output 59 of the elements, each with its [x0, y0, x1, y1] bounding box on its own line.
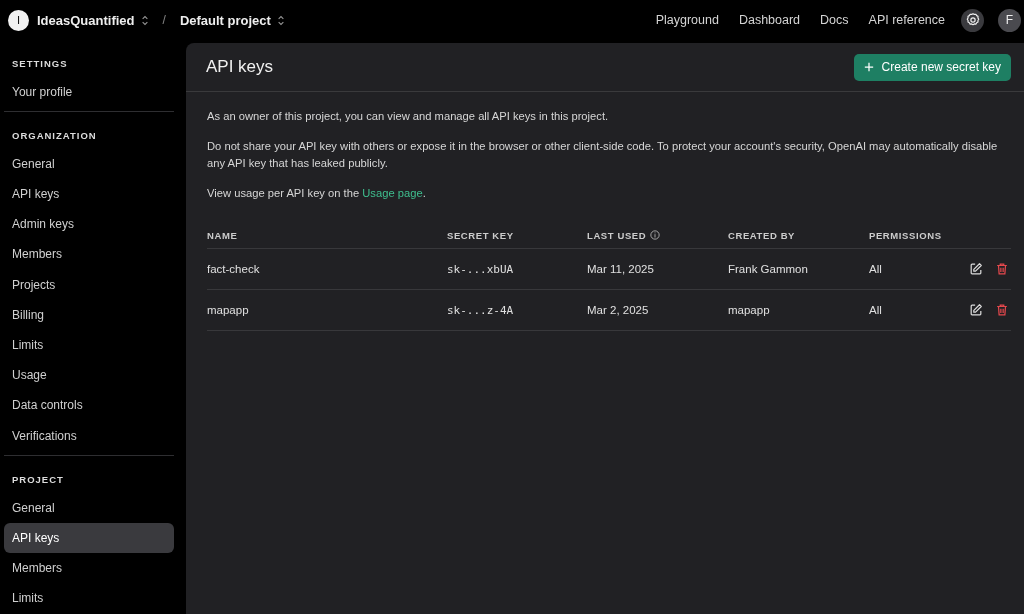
sidebar-heading: PROJECT: [11, 473, 65, 488]
table-cell: Mar 2, 2025: [587, 304, 649, 316]
sidebar-item[interactable]: General: [4, 149, 174, 179]
sidebar-item[interactable]: Billing: [4, 300, 174, 330]
sidebar-item[interactable]: Verifications: [4, 421, 174, 451]
column-header: SECRET KEY: [447, 229, 514, 241]
chevron-updown-icon: [276, 14, 285, 26]
usage-note-text: .: [422, 187, 426, 199]
usage-note-text: View usage per API key on the: [207, 187, 360, 199]
sidebar-heading: SETTINGS: [11, 57, 69, 71]
chevron-updown-icon: [140, 14, 149, 26]
sidebar-item[interactable]: Limits: [4, 330, 174, 360]
settings-button[interactable]: [961, 8, 984, 32]
nav-link[interactable]: API reference: [868, 13, 945, 27]
usage-page-link[interactable]: Usage page: [362, 187, 423, 199]
project-switcher[interactable]: Default project: [179, 12, 285, 28]
sidebar-heading: ORGANIZATION: [11, 129, 98, 144]
org-switcher[interactable]: IdeasQuantified: [37, 12, 149, 28]
sidebar-item[interactable]: Usage: [4, 360, 174, 390]
sidebar-item[interactable]: Projects: [4, 270, 174, 300]
warning-text: Do not share your API key with others or expose it in the browser or other client-side code. To protect your account's security, OpenAI may automatically disable any API key that has leaked publicly.: [207, 139, 999, 171]
trash-icon: [995, 262, 1009, 276]
table-cell: All: [869, 304, 882, 316]
info-icon: [650, 230, 661, 240]
table-cell: sk-...xbUA: [447, 262, 514, 276]
column-header: PERMISSIONS: [869, 229, 942, 241]
create-key-button[interactable]: Create new secret key: [853, 53, 1011, 81]
sidebar-item[interactable]: API keys: [4, 179, 174, 209]
table-cell: Mar 11, 2025: [587, 263, 654, 275]
nav-link[interactable]: Playground: [655, 13, 719, 27]
org-avatar[interactable]: I: [8, 9, 29, 31]
table-cell: fact-check: [207, 263, 260, 275]
table-cell: mapapp: [207, 304, 249, 316]
page-title: API keys: [206, 57, 274, 77]
sidebar-item[interactable]: API keys: [4, 523, 174, 553]
settings-icon: [964, 12, 981, 28]
intro-text: As an owner of this project, you can view and manage all API keys in this project.: [207, 109, 610, 124]
table-cell: All: [869, 263, 882, 275]
sidebar-item[interactable]: Admin keys: [4, 209, 174, 239]
sidebar-item[interactable]: Members: [4, 553, 174, 583]
column-header: NAME: [207, 229, 238, 241]
sidebar-item[interactable]: Limits: [4, 583, 174, 614]
sidebar-item[interactable]: General: [4, 493, 174, 523]
table-cell: mapapp: [728, 304, 770, 316]
breadcrumb-separator: /: [162, 13, 166, 27]
sidebar-item[interactable]: Members: [4, 239, 174, 269]
nav-link[interactable]: Dashboard: [738, 13, 801, 27]
table-cell: sk-...z-4A: [447, 303, 514, 317]
plus-icon: [863, 62, 874, 72]
nav-link[interactable]: Docs: [820, 13, 849, 27]
table-cell: Frank Gammon: [728, 263, 808, 275]
user-avatar[interactable]: F: [998, 8, 1021, 32]
column-header: LAST USED: [587, 229, 647, 241]
sidebar-item[interactable]: Data controls: [4, 390, 174, 421]
trash-icon: [995, 303, 1009, 317]
sidebar-item[interactable]: Your profile: [4, 77, 174, 107]
column-header: CREATED BY: [728, 229, 796, 241]
edit-icon: [969, 262, 983, 276]
edit-icon: [969, 303, 983, 317]
